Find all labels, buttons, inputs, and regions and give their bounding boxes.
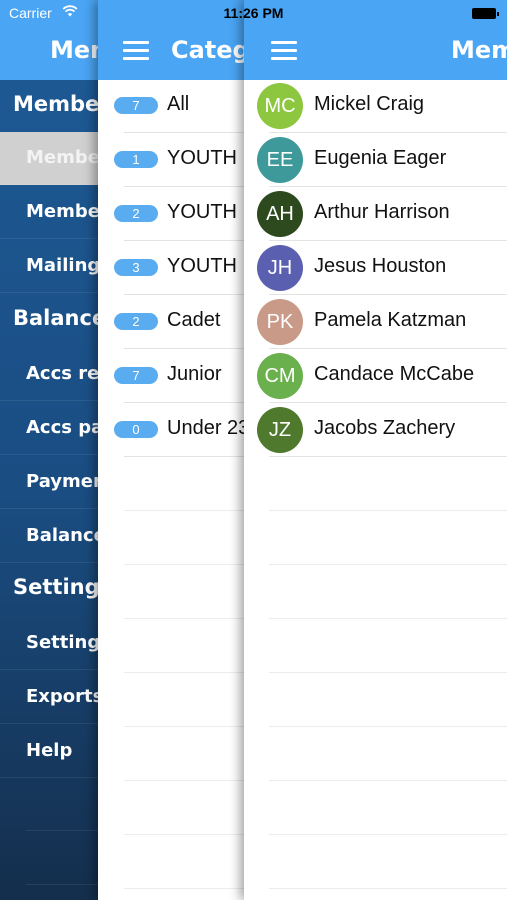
category-row[interactable]: 2 YOUTH	[98, 187, 248, 241]
member-row[interactable]: MC Mickel Craig	[244, 79, 507, 133]
avatar: EE	[257, 137, 303, 183]
status-time: 11:26 PM	[223, 5, 284, 21]
menu-section-balance: Balance	[0, 294, 112, 346]
menu-item-label: Exports	[26, 686, 104, 707]
member-row[interactable]: EE Eugenia Eager	[244, 133, 507, 187]
empty-row-divider	[269, 510, 507, 511]
category-row[interactable]: 1 YOUTH	[98, 133, 248, 187]
menu-item-accounts-receivable[interactable]: Accs recei	[0, 348, 112, 401]
empty-row-divider	[124, 888, 248, 889]
member-row[interactable]: CM Candace McCabe	[244, 349, 507, 403]
empty-row-divider	[124, 780, 248, 781]
empty-row-divider	[124, 564, 248, 565]
menu-item-exports[interactable]: Exports	[0, 671, 112, 724]
avatar: JZ	[257, 407, 303, 453]
category-label: Junior	[167, 363, 222, 385]
menu-item-payments[interactable]: Payments	[0, 456, 112, 509]
menu-item-help[interactable]: Help	[0, 725, 112, 778]
side-menu-panel: Mem Members Members Members Mailing li B…	[0, 0, 112, 900]
count-badge: 7	[114, 367, 158, 384]
avatar: MC	[257, 83, 303, 129]
empty-row-divider	[269, 834, 507, 835]
menu-item-accounts-payable[interactable]: Accs paya	[0, 402, 112, 455]
empty-row-divider	[124, 672, 248, 673]
member-name: Eugenia Eager	[314, 147, 447, 169]
empty-row-divider	[269, 780, 507, 781]
members-panel: Memb MC Mickel Craig EE Eugenia Eager AH…	[244, 0, 507, 900]
menu-section-members: Members	[0, 80, 112, 132]
category-label: Under 23	[167, 417, 248, 439]
avatar: JH	[257, 245, 303, 291]
count-badge: 2	[114, 205, 158, 222]
category-row[interactable]: 3 YOUTH	[98, 241, 248, 295]
empty-row-divider	[124, 834, 248, 835]
avatar: AH	[257, 191, 303, 237]
member-row[interactable]: AH Arthur Harrison	[244, 187, 507, 241]
battery-icon	[472, 8, 499, 19]
empty-row-divider	[269, 564, 507, 565]
menu-item-label: Help	[26, 740, 73, 761]
category-label: All	[167, 93, 190, 115]
count-badge: 1	[114, 151, 158, 168]
status-bar: Carrier 11:26 PM	[0, 0, 507, 26]
menu-item-balance[interactable]: Balance	[0, 510, 112, 563]
count-badge: 2	[114, 313, 158, 330]
category-row[interactable]: 7 Junior	[98, 349, 248, 403]
menu-section-label: Balance	[13, 306, 107, 330]
member-name: Arthur Harrison	[314, 201, 450, 223]
member-name: Pamela Katzman	[314, 309, 467, 331]
member-name: Jesus Houston	[314, 255, 447, 277]
category-label: Cadet	[167, 309, 221, 331]
member-row[interactable]: PK Pamela Katzman	[244, 295, 507, 349]
category-row[interactable]: 0 Under 23	[98, 403, 248, 457]
hamburger-menu-icon[interactable]	[123, 41, 149, 61]
menu-item-members-2[interactable]: Members	[0, 186, 112, 239]
empty-row-divider	[124, 510, 248, 511]
hamburger-menu-icon[interactable]	[271, 41, 297, 61]
menu-section-settings: Settings	[0, 563, 112, 615]
member-row[interactable]: JZ Jacobs Zachery	[244, 403, 507, 457]
member-row[interactable]: JH Jesus Houston	[244, 241, 507, 295]
members-title: Memb	[451, 36, 507, 64]
empty-row-divider	[269, 726, 507, 727]
member-name: Candace McCabe	[314, 363, 475, 385]
category-row[interactable]: 2 Cadet	[98, 295, 248, 349]
count-badge: 7	[114, 97, 158, 114]
empty-row-divider	[269, 672, 507, 673]
count-badge: 0	[114, 421, 158, 438]
category-label: YOUTH	[167, 201, 237, 223]
menu-item-mailing-list[interactable]: Mailing li	[0, 240, 112, 293]
empty-row-divider	[269, 618, 507, 619]
empty-row-divider	[269, 888, 507, 889]
categories-panel: Categor 7 All 1 YOUTH 2 YOUTH 3 YOUTH 2 …	[98, 0, 248, 900]
empty-row-divider	[124, 726, 248, 727]
categories-title: Categor	[171, 36, 248, 64]
menu-item-label: Balance	[26, 525, 106, 546]
avatar: PK	[257, 299, 303, 345]
menu-item-members[interactable]: Members	[0, 132, 112, 185]
category-label: YOUTH	[167, 255, 237, 277]
member-name: Jacobs Zachery	[314, 417, 456, 439]
category-label: YOUTH	[167, 147, 237, 169]
category-row[interactable]: 7 All	[98, 79, 248, 133]
count-badge: 3	[114, 259, 158, 276]
empty-row-divider	[124, 618, 248, 619]
menu-item-settings[interactable]: Settings	[0, 617, 112, 670]
member-name: Mickel Craig	[314, 93, 425, 115]
avatar: CM	[257, 353, 303, 399]
